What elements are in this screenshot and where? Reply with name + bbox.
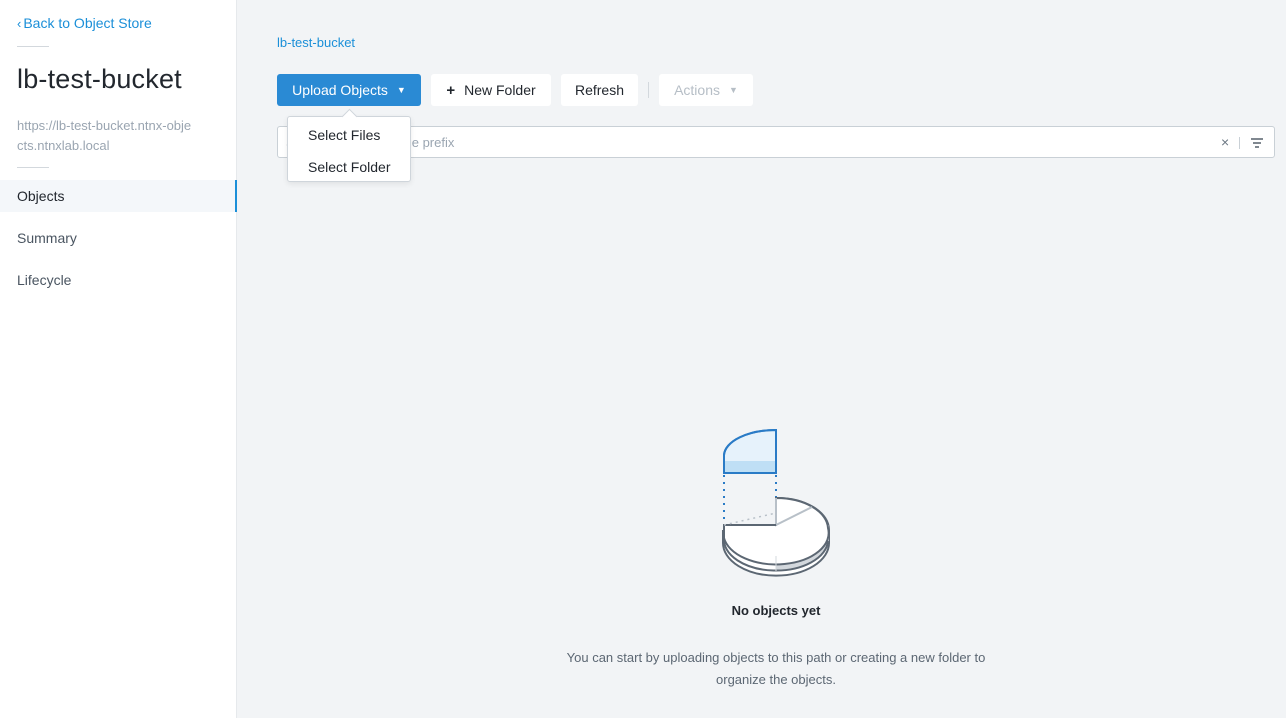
empty-pie-chart-illustration xyxy=(722,428,830,577)
new-folder-button[interactable]: + New Folder xyxy=(431,74,551,106)
search-divider xyxy=(1239,137,1240,149)
search-bar: × xyxy=(277,126,1275,158)
search-input[interactable] xyxy=(286,127,1206,157)
plus-icon: + xyxy=(446,81,456,99)
divider xyxy=(17,46,49,47)
menu-item-select-folder[interactable]: Select Folder xyxy=(308,159,390,175)
refresh-button[interactable]: Refresh xyxy=(561,74,638,106)
divider xyxy=(17,167,49,168)
back-link-label: Back to Object Store xyxy=(23,15,152,31)
menu-item-select-files[interactable]: Select Files xyxy=(308,127,380,143)
upload-objects-label: Upload Objects xyxy=(292,82,388,98)
filter-icon[interactable] xyxy=(1250,136,1264,150)
empty-state-description: You can start by uploading objects to th… xyxy=(566,650,986,687)
upload-menu: Select Files Select Folder xyxy=(287,116,411,182)
new-folder-label: New Folder xyxy=(464,82,536,98)
sidebar-item-objects[interactable]: Objects xyxy=(0,180,237,212)
back-to-object-store-link[interactable]: ‹ Back to Object Store xyxy=(17,15,152,31)
actions-label: Actions xyxy=(674,82,720,98)
chevron-left-icon: ‹ xyxy=(17,15,22,31)
chevron-down-icon: ▼ xyxy=(729,85,738,95)
bucket-title: lb-test-bucket xyxy=(17,64,182,94)
upload-objects-button[interactable]: Upload Objects ▼ xyxy=(277,74,421,106)
toolbar-divider xyxy=(648,82,649,98)
breadcrumb[interactable]: lb-test-bucket xyxy=(277,35,355,50)
sidebar-item-lifecycle[interactable]: Lifecycle xyxy=(0,264,237,296)
empty-state-title: No objects yet xyxy=(731,603,821,618)
chevron-down-icon: ▼ xyxy=(396,85,406,95)
bucket-url: https://lb-test-bucket.ntnx-objects.ntnx… xyxy=(17,118,192,153)
close-icon[interactable]: × xyxy=(1221,134,1229,150)
sidebar-item-summary[interactable]: Summary xyxy=(0,222,237,254)
actions-button[interactable]: Actions ▼ xyxy=(659,74,753,106)
